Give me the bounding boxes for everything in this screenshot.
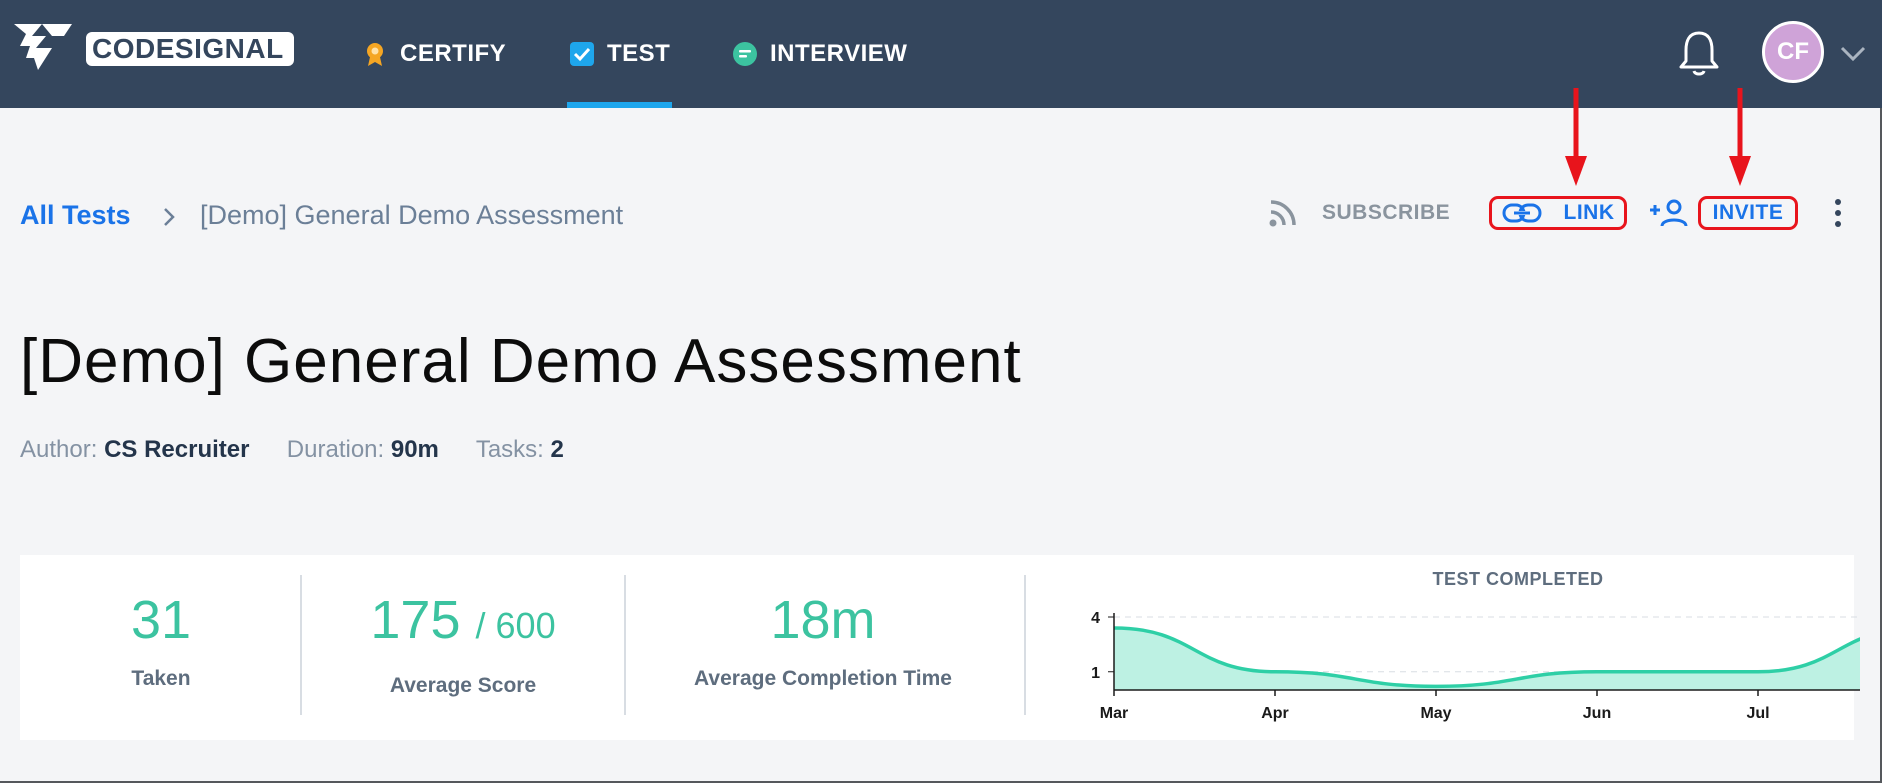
- stat-taken: 31 Taken: [20, 555, 302, 740]
- nav-test[interactable]: TEST: [567, 0, 673, 108]
- annotation-arrow-link: [1565, 88, 1587, 186]
- score-value: 175: [370, 590, 461, 650]
- invite-button[interactable]: INVITE: [1698, 196, 1798, 230]
- chat-icon: [733, 42, 757, 66]
- nav-test-label: TEST: [607, 40, 671, 67]
- tasks-value: 2: [550, 436, 564, 463]
- author-value: CS Recruiter: [104, 436, 250, 463]
- stat-completion-time: 18m Average Completion Time: [626, 555, 1020, 740]
- test-completed-chart: 1 4 Mar Apr May Jun Jul: [1091, 610, 1860, 722]
- time-label: Average Completion Time: [694, 667, 952, 690]
- user-avatar[interactable]: CF: [1762, 21, 1824, 83]
- rss-icon: [1269, 200, 1296, 227]
- chart-x-tick-label: May: [1420, 705, 1451, 722]
- taken-value: 31: [130, 590, 192, 650]
- certificate-icon: [367, 43, 383, 66]
- chart-x-tick-label: Apr: [1261, 705, 1289, 722]
- logo-mark-icon: [14, 24, 72, 70]
- codesignal-logo[interactable]: CODESIGNAL: [12, 18, 294, 78]
- chart-x-tick-label: Jun: [1583, 705, 1611, 722]
- chart-title: TEST COMPLETED: [1432, 569, 1604, 589]
- tasks-label: Tasks:: [475, 436, 544, 463]
- score-label: Average Score: [389, 674, 537, 697]
- nav-interview[interactable]: INTERVIEW: [732, 0, 907, 108]
- breadcrumb-current: [Demo] General Demo Assessment: [200, 200, 624, 230]
- more-options-icon[interactable]: [1828, 196, 1848, 230]
- stat-average-score: 175 / 600 Average Score: [302, 555, 624, 740]
- chart-area-fill: [1114, 627, 1860, 690]
- test-meta: Author: CS Recruiter Duration: 90m Tasks…: [20, 436, 564, 464]
- chart-y-tick-label: 1: [1091, 665, 1100, 682]
- duration-value: 90m: [390, 436, 439, 463]
- link-label: LINK: [1563, 201, 1615, 224]
- nav-certify-label: CERTIFY: [400, 40, 507, 67]
- stats-card: 31 Taken 175 / 600 Average Score 18m Ave…: [20, 555, 1860, 740]
- chevron-down-icon[interactable]: [1838, 40, 1868, 66]
- page-title: [Demo] General Demo Assessment: [20, 327, 1022, 396]
- breadcrumb-all-tests[interactable]: All Tests: [20, 200, 131, 231]
- checkbox-icon: [570, 42, 594, 66]
- chevron-right-icon: [164, 208, 175, 226]
- top-navigation-bar: CODESIGNAL CERTIFY TEST INTERVIEW CF: [0, 0, 1882, 108]
- chart-y-tick-label: 4: [1091, 610, 1100, 627]
- link-button[interactable]: LINK: [1489, 196, 1627, 230]
- taken-label: Taken: [131, 667, 191, 690]
- time-value: 18m: [770, 590, 876, 650]
- link-icon: [1502, 203, 1541, 223]
- score-value-group: 175 / 600: [302, 589, 624, 651]
- add-user-icon[interactable]: [1648, 198, 1688, 228]
- chart-x-tick-label: Mar: [1100, 705, 1128, 722]
- duration-label: Duration:: [286, 436, 385, 463]
- chart-x-tick-label: Jul: [1746, 705, 1769, 722]
- subscribe-label: SUBSCRIBE: [1322, 201, 1451, 224]
- divider: [1024, 575, 1026, 715]
- subscribe-button[interactable]: SUBSCRIBE: [1268, 198, 1450, 228]
- bell-icon[interactable]: [1676, 28, 1722, 78]
- score-max: / 600: [475, 605, 556, 646]
- author-label: Author:: [20, 436, 98, 463]
- logo-wordmark: CODESIGNAL: [86, 32, 294, 66]
- annotation-arrow-invite: [1729, 88, 1751, 186]
- invite-label: INVITE: [1712, 201, 1784, 224]
- nav-certify[interactable]: CERTIFY: [362, 0, 506, 108]
- nav-interview-label: INTERVIEW: [770, 40, 908, 67]
